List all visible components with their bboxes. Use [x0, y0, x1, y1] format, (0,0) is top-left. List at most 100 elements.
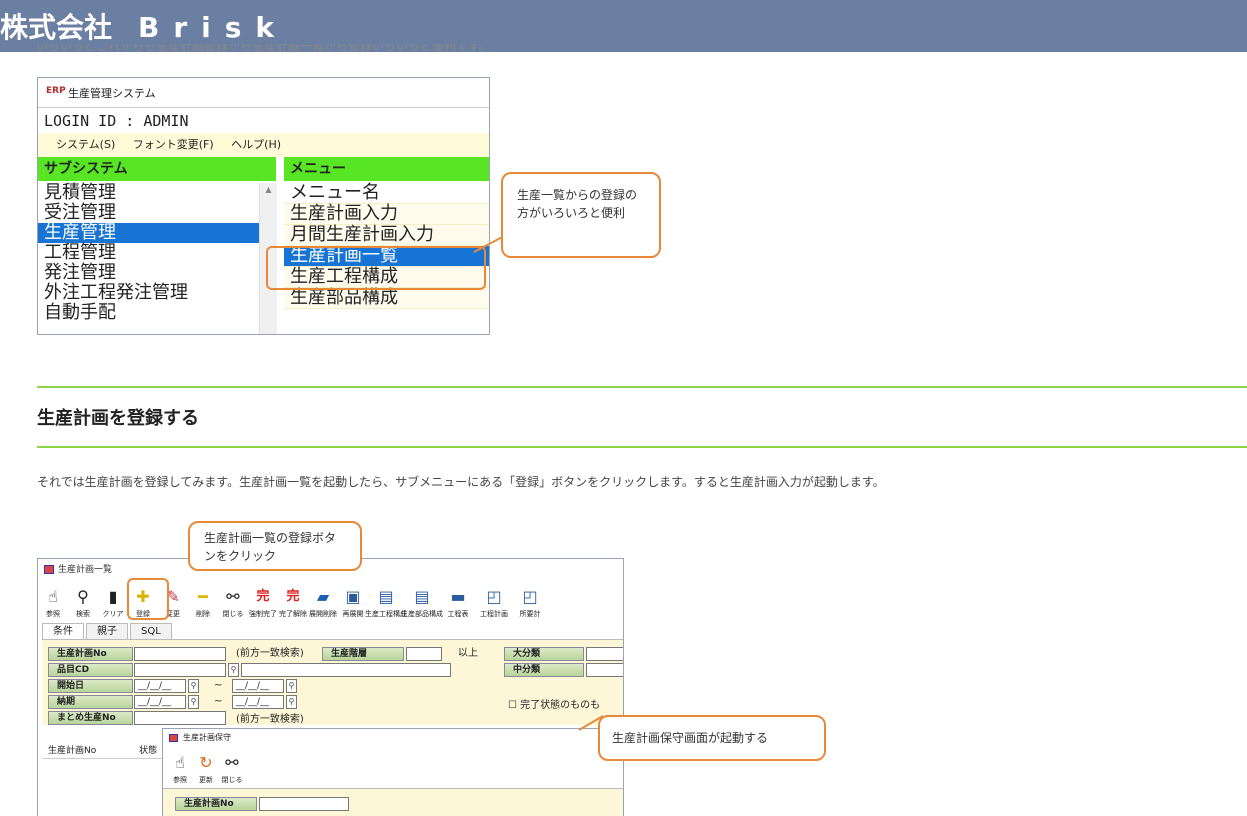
toolbar-button-label: 強制完了 — [249, 610, 277, 618]
group-no-input[interactable] — [134, 711, 226, 725]
instruction-paragraph: それでは生産計画を登録してみます。生産計画一覧を起動したら、サブメニューにある「… — [37, 475, 885, 489]
label-plan-no: 生産計画No — [175, 797, 257, 811]
scroll-up-icon[interactable]: ▲ — [260, 183, 277, 197]
toolbar-btn-15[interactable]: ◰ 所要計 — [512, 581, 548, 621]
menu-help[interactable]: ヘルプ(H) — [231, 138, 281, 151]
highlight-register-button — [127, 578, 169, 620]
toolbar-button-label: 生産部品構成 — [401, 610, 443, 618]
menu-item[interactable]: 生産部品構成 — [284, 288, 489, 309]
item-search-icon[interactable]: ⚲ — [228, 663, 239, 677]
toolbar-btn-6[interactable]: ⚯ 閉じる — [218, 581, 248, 621]
toolbar-btn-1[interactable]: ⚲ 検索 — [68, 581, 98, 621]
highlight-selected-menu — [266, 246, 486, 290]
tab-parent-child[interactable]: 親子 — [86, 623, 128, 639]
label-start-date: 開始日 — [48, 679, 133, 693]
above-note: 以上 — [458, 648, 478, 659]
menu-header: メニュー — [284, 157, 489, 181]
minus-icon: ━ — [198, 587, 208, 606]
toolbar-btn-5[interactable]: ━ 削除 — [188, 581, 218, 621]
toolbar-btn-12[interactable]: ▤ 生産部品構成 — [401, 581, 443, 621]
toolbar-button-label: 完了解除 — [279, 610, 307, 618]
glasses-icon: ⚯ — [226, 587, 240, 606]
dialog-btn-1[interactable]: ↻ 更新 — [193, 747, 219, 787]
toolbar-btn-14[interactable]: ◰ 工程計画 — [476, 581, 512, 621]
menu-item[interactable]: 月間生産計画入力 — [284, 225, 489, 246]
result-list-header: 生産計画No 状態 — [42, 743, 172, 759]
window-icon — [169, 734, 178, 742]
company-latin: Brisk — [138, 11, 289, 44]
label-major: 大分類 — [504, 647, 584, 661]
window-title: 生産計画一覧 — [58, 565, 113, 575]
dialog-btn-2[interactable]: ⚯ 閉じる — [219, 747, 245, 787]
calendar-icon[interactable]: ⚲ — [286, 695, 297, 709]
toolbar-button-label: 参照 — [46, 610, 60, 618]
complete-icon: 完 — [256, 589, 270, 604]
menu-item[interactable]: 生産計画入力 — [284, 204, 489, 225]
calendar-icon[interactable]: ⚲ — [188, 679, 199, 693]
start-date-from[interactable]: __/__/__ — [134, 679, 186, 693]
toolbar-button-label: 展開削除 — [309, 610, 337, 618]
menu-system[interactable]: システム(S) — [56, 138, 115, 151]
major-input[interactable] — [586, 647, 623, 661]
toolbar: ☝ 参照 ⚲ 検索 ▮ クリア ✚ 登録 ✎ 変更 ━ 削除 ⚯ 閉じる完強制完了完完了解除 ▰ 展開削除 ▣ 再… — [38, 581, 548, 621]
subsystem-item[interactable]: 外注工程発注管理 — [38, 283, 259, 303]
toolbar-btn-13[interactable]: ▬ 工程表 — [440, 581, 476, 621]
toolbar-btn-8[interactable]: 完完了解除 — [278, 581, 308, 621]
tab-conditions[interactable]: 条件 — [42, 623, 84, 639]
glasses-icon: ⚯ — [225, 753, 239, 772]
due-date-from[interactable]: __/__/__ — [134, 695, 186, 709]
toolbar-button-label: 再展開 — [342, 610, 364, 618]
subsystem-item[interactable]: 自動手配 — [38, 303, 259, 323]
dialog-btn-0[interactable]: ☝ 参照 — [167, 747, 193, 787]
window-icon: ◰ — [486, 587, 502, 606]
section-rule-top — [37, 386, 1247, 388]
calendar-icon[interactable]: ⚲ — [286, 679, 297, 693]
toolbar-button-label: 工程表 — [447, 610, 469, 618]
subsystem-item-selected[interactable]: 生産管理 — [38, 223, 259, 243]
window-title-bar: ERP 生産管理システム — [38, 78, 489, 107]
company-kanji: 株式会社 — [0, 11, 113, 44]
callout-list-tip: 生産一覧からの登録の方がいろいろと便利 — [501, 172, 661, 258]
window-title: 生産管理システム — [68, 86, 156, 100]
toolbar-btn-2[interactable]: ▮ クリア — [98, 581, 128, 621]
monitor-icon: ▤ — [414, 587, 430, 606]
screenshot-plan-list: 生産計画一覧 ☝ 参照 ⚲ 検索 ▮ クリア ✚ 登録 ✎ 変更 ━ 削除 ⚯ 閉じる完強制完了完完了解除… — [37, 558, 624, 816]
tab-sql[interactable]: SQL — [130, 623, 172, 639]
callout-register-tip: 生産計画一覧の登録ボタンをクリック — [188, 521, 362, 571]
middle-input[interactable] — [586, 663, 623, 677]
dialog-plan-no-input[interactable] — [259, 797, 349, 811]
menu-font[interactable]: フォント変更(F) — [133, 138, 214, 151]
col-status[interactable]: 状態 — [139, 746, 157, 756]
uncomplete-icon: 完 — [286, 589, 300, 604]
toolbar-button-label: 閉じる — [221, 776, 243, 784]
toolbar-btn-11[interactable]: ▤ 生産工程構成 — [365, 581, 407, 621]
site-title[interactable]: 株式会社 Brisk — [0, 6, 288, 46]
subsystem-item[interactable]: 見積管理 — [38, 183, 259, 203]
toolbar-btn-9[interactable]: ▰ 展開削除 — [308, 581, 338, 621]
col-plan-no[interactable]: 生産計画No — [48, 746, 96, 756]
label-middle: 中分類 — [504, 663, 584, 677]
subsystem-item[interactable]: 受注管理 — [38, 203, 259, 223]
dialog-toolbar: ☝ 参照 ↻ 更新 ⚯ 閉じる — [167, 747, 245, 787]
toolbar-btn-7[interactable]: 完強制完了 — [248, 581, 278, 621]
toolbar-btn-10[interactable]: ▣ 再展開 — [338, 581, 368, 621]
site-header: いろいろとこれからも生産計画登録から生産計画一覧から登録いろいろと便利です。 株… — [0, 0, 1247, 52]
due-date-to[interactable]: __/__/__ — [232, 695, 284, 709]
plan-no-input[interactable] — [134, 647, 226, 661]
label-plan-no: 生産計画No — [48, 647, 133, 661]
toolbar-btn-0[interactable]: ☝ 参照 — [38, 581, 68, 621]
subsystem-item[interactable]: 発注管理 — [38, 263, 259, 283]
monitor-icon: ▤ — [378, 587, 394, 606]
menu-bar: システム(S) フォント変更(F) ヘルプ(H) — [38, 133, 489, 157]
item-cd-input[interactable] — [134, 663, 226, 677]
label-group-no: まとめ生産No — [48, 711, 133, 725]
label-due-date: 納期 — [48, 695, 133, 709]
tv-icon: ▬ — [450, 587, 466, 606]
item-name-field — [241, 663, 451, 677]
start-date-to[interactable]: __/__/__ — [232, 679, 284, 693]
calendar-icon[interactable]: ⚲ — [188, 695, 199, 709]
subsystem-item[interactable]: 工程管理 — [38, 243, 259, 263]
level-input[interactable] — [406, 647, 442, 661]
window-icon — [44, 565, 54, 574]
login-id: LOGIN ID : ADMIN — [38, 107, 489, 133]
